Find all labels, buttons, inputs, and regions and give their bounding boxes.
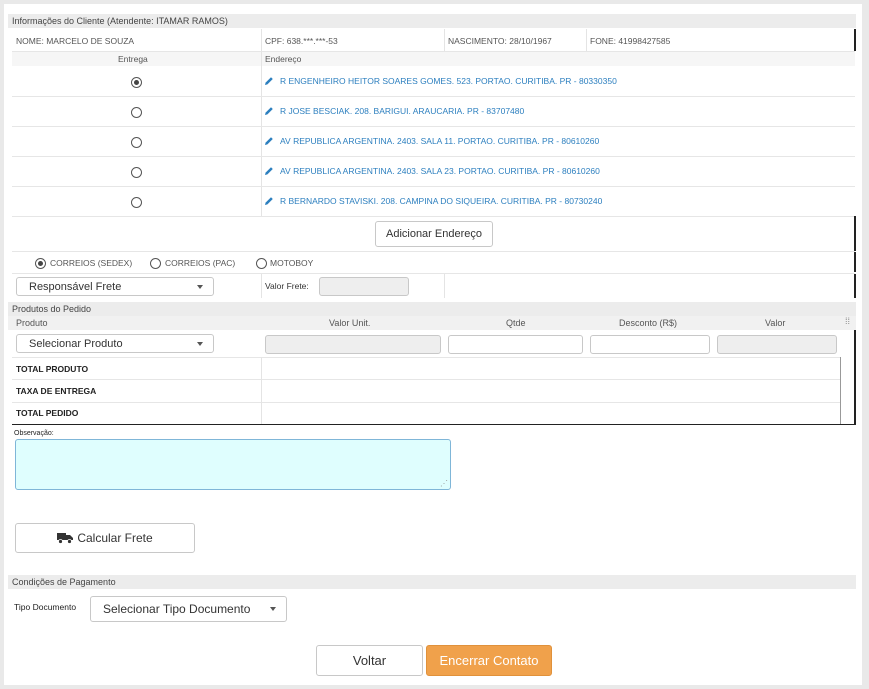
pencil-icon	[265, 137, 273, 145]
doc-type-select-label: Selecionar Tipo Documento	[103, 602, 251, 616]
divider	[444, 274, 445, 298]
divider	[12, 424, 855, 425]
doc-type-select[interactable]: Selecionar Tipo Documento	[90, 596, 287, 622]
qty-input[interactable]	[448, 335, 583, 354]
pencil-icon	[265, 77, 273, 85]
address-text: R BERNARDO STAVISKI. 208. CAMPINA DO SIQ…	[280, 196, 603, 206]
chevron-down-icon	[197, 284, 203, 289]
shipping-radio-motoboy[interactable]	[256, 258, 267, 269]
address-text: R ENGENHEIRO HEITOR SOARES GOMES. 523. P…	[280, 76, 617, 86]
resize-handle-icon[interactable]: ⁞⁞	[845, 316, 850, 326]
col-qty: Qtde	[506, 318, 526, 328]
back-button[interactable]: Voltar	[316, 645, 423, 676]
address-link[interactable]: R BERNARDO STAVISKI. 208. CAMPINA DO SIQ…	[264, 196, 602, 206]
notes-textarea[interactable]	[15, 439, 451, 490]
chevron-down-icon	[270, 607, 276, 611]
shipping-radio-sedex[interactable]	[35, 258, 46, 269]
border-right	[854, 274, 856, 298]
address-link[interactable]: AV REPUBLICA ARGENTINA. 2403. SALA 11. P…	[264, 136, 599, 146]
divider	[261, 52, 262, 216]
border-right	[854, 357, 856, 425]
client-info-header: Informações do Cliente (Atendente: ITAMA…	[8, 14, 856, 28]
divider	[12, 186, 855, 187]
resize-handle-icon[interactable]: ⋰	[440, 479, 448, 488]
delivery-fee-label: TAXA DE ENTREGA	[16, 386, 97, 396]
address-radio[interactable]	[131, 167, 142, 178]
address-radio[interactable]	[131, 77, 142, 88]
client-name: NOME: MARCELO DE SOUZA	[16, 36, 135, 46]
shipping-label-sedex: CORREIOS (SEDEX)	[50, 258, 133, 268]
product-select-label: Selecionar Produto	[29, 337, 123, 350]
divider	[261, 29, 262, 51]
divider	[12, 156, 855, 157]
divider	[12, 273, 855, 274]
address-text: R JOSE BESCIAK. 208. BARIGUI. ARAUCARIA.…	[280, 106, 525, 116]
divider	[261, 274, 262, 298]
divider	[840, 357, 841, 424]
border-right	[854, 29, 856, 51]
shipping-label-pac: CORREIOS (PAC)	[165, 258, 236, 268]
payment-header: Condições de Pagamento	[8, 575, 856, 589]
pencil-icon	[265, 167, 273, 175]
divider	[12, 126, 855, 127]
address-radio[interactable]	[131, 137, 142, 148]
client-birth: NASCIMENTO: 28/10/1967	[448, 36, 552, 46]
divider	[444, 29, 445, 51]
shipping-radio-pac[interactable]	[150, 258, 161, 269]
client-cpf: CPF: 638.***.***-53	[265, 36, 338, 46]
address-link[interactable]: R ENGENHEIRO HEITOR SOARES GOMES. 523. P…	[264, 76, 617, 86]
freight-label: Valor Frete:	[265, 281, 309, 291]
products-header: Produtos do Pedido	[8, 302, 856, 316]
divider	[12, 96, 855, 97]
doc-type-label: Tipo Documento	[14, 602, 77, 612]
divider	[586, 29, 587, 51]
border-right	[854, 252, 856, 272]
address-text: AV REPUBLICA ARGENTINA. 2403. SALA 23. P…	[280, 166, 600, 176]
divider	[12, 379, 840, 380]
divider	[12, 402, 840, 403]
divider	[261, 357, 262, 424]
total-product-label: TOTAL PRODUTO	[16, 364, 89, 374]
freight-responsible-label: Responsável Frete	[29, 280, 122, 293]
product-select[interactable]: Selecionar Produto	[16, 334, 214, 353]
notes-label: Observação:	[14, 430, 54, 437]
pencil-icon	[265, 107, 273, 115]
unit-value-input[interactable]	[265, 335, 441, 354]
border-right	[854, 330, 856, 358]
col-value: Valor	[765, 318, 786, 328]
divider	[12, 357, 840, 358]
truck-icon	[57, 533, 74, 544]
calculate-freight-label: Calcular Frete	[77, 531, 153, 545]
divider	[12, 251, 855, 252]
address-radio[interactable]	[131, 197, 142, 208]
pencil-icon	[265, 197, 273, 205]
discount-input[interactable]	[590, 335, 710, 354]
address-link[interactable]: AV REPUBLICA ARGENTINA. 2403. SALA 23. P…	[264, 166, 600, 176]
freight-value-input[interactable]	[319, 277, 409, 296]
col-unit-value: Valor Unit.	[329, 318, 371, 328]
divider	[12, 216, 855, 217]
address-radio[interactable]	[131, 107, 142, 118]
col-delivery: Entrega	[118, 54, 148, 64]
address-text: AV REPUBLICA ARGENTINA. 2403. SALA 11. P…	[280, 136, 600, 146]
col-address: Endereço	[265, 54, 302, 64]
products-columns	[8, 316, 856, 330]
col-discount: Desconto (R$)	[619, 318, 678, 328]
border-right	[854, 216, 856, 251]
shipping-label-motoboy: MOTOBOY	[270, 258, 314, 268]
total-order-label: TOTAL PEDIDO	[16, 408, 79, 418]
col-product: Produto	[16, 318, 48, 328]
value-input[interactable]	[717, 335, 837, 354]
calculate-freight-button[interactable]: Calcular Frete	[15, 523, 195, 553]
add-address-button[interactable]: Adicionar Endereço	[375, 221, 493, 247]
address-link[interactable]: R JOSE BESCIAK. 208. BARIGUI. ARAUCARIA.…	[264, 106, 524, 116]
close-contact-button[interactable]: Encerrar Contato	[426, 645, 552, 676]
chevron-down-icon	[197, 341, 203, 346]
freight-responsible-select[interactable]: Responsável Frete	[16, 277, 214, 296]
client-phone: FONE: 41998427585	[590, 36, 671, 46]
